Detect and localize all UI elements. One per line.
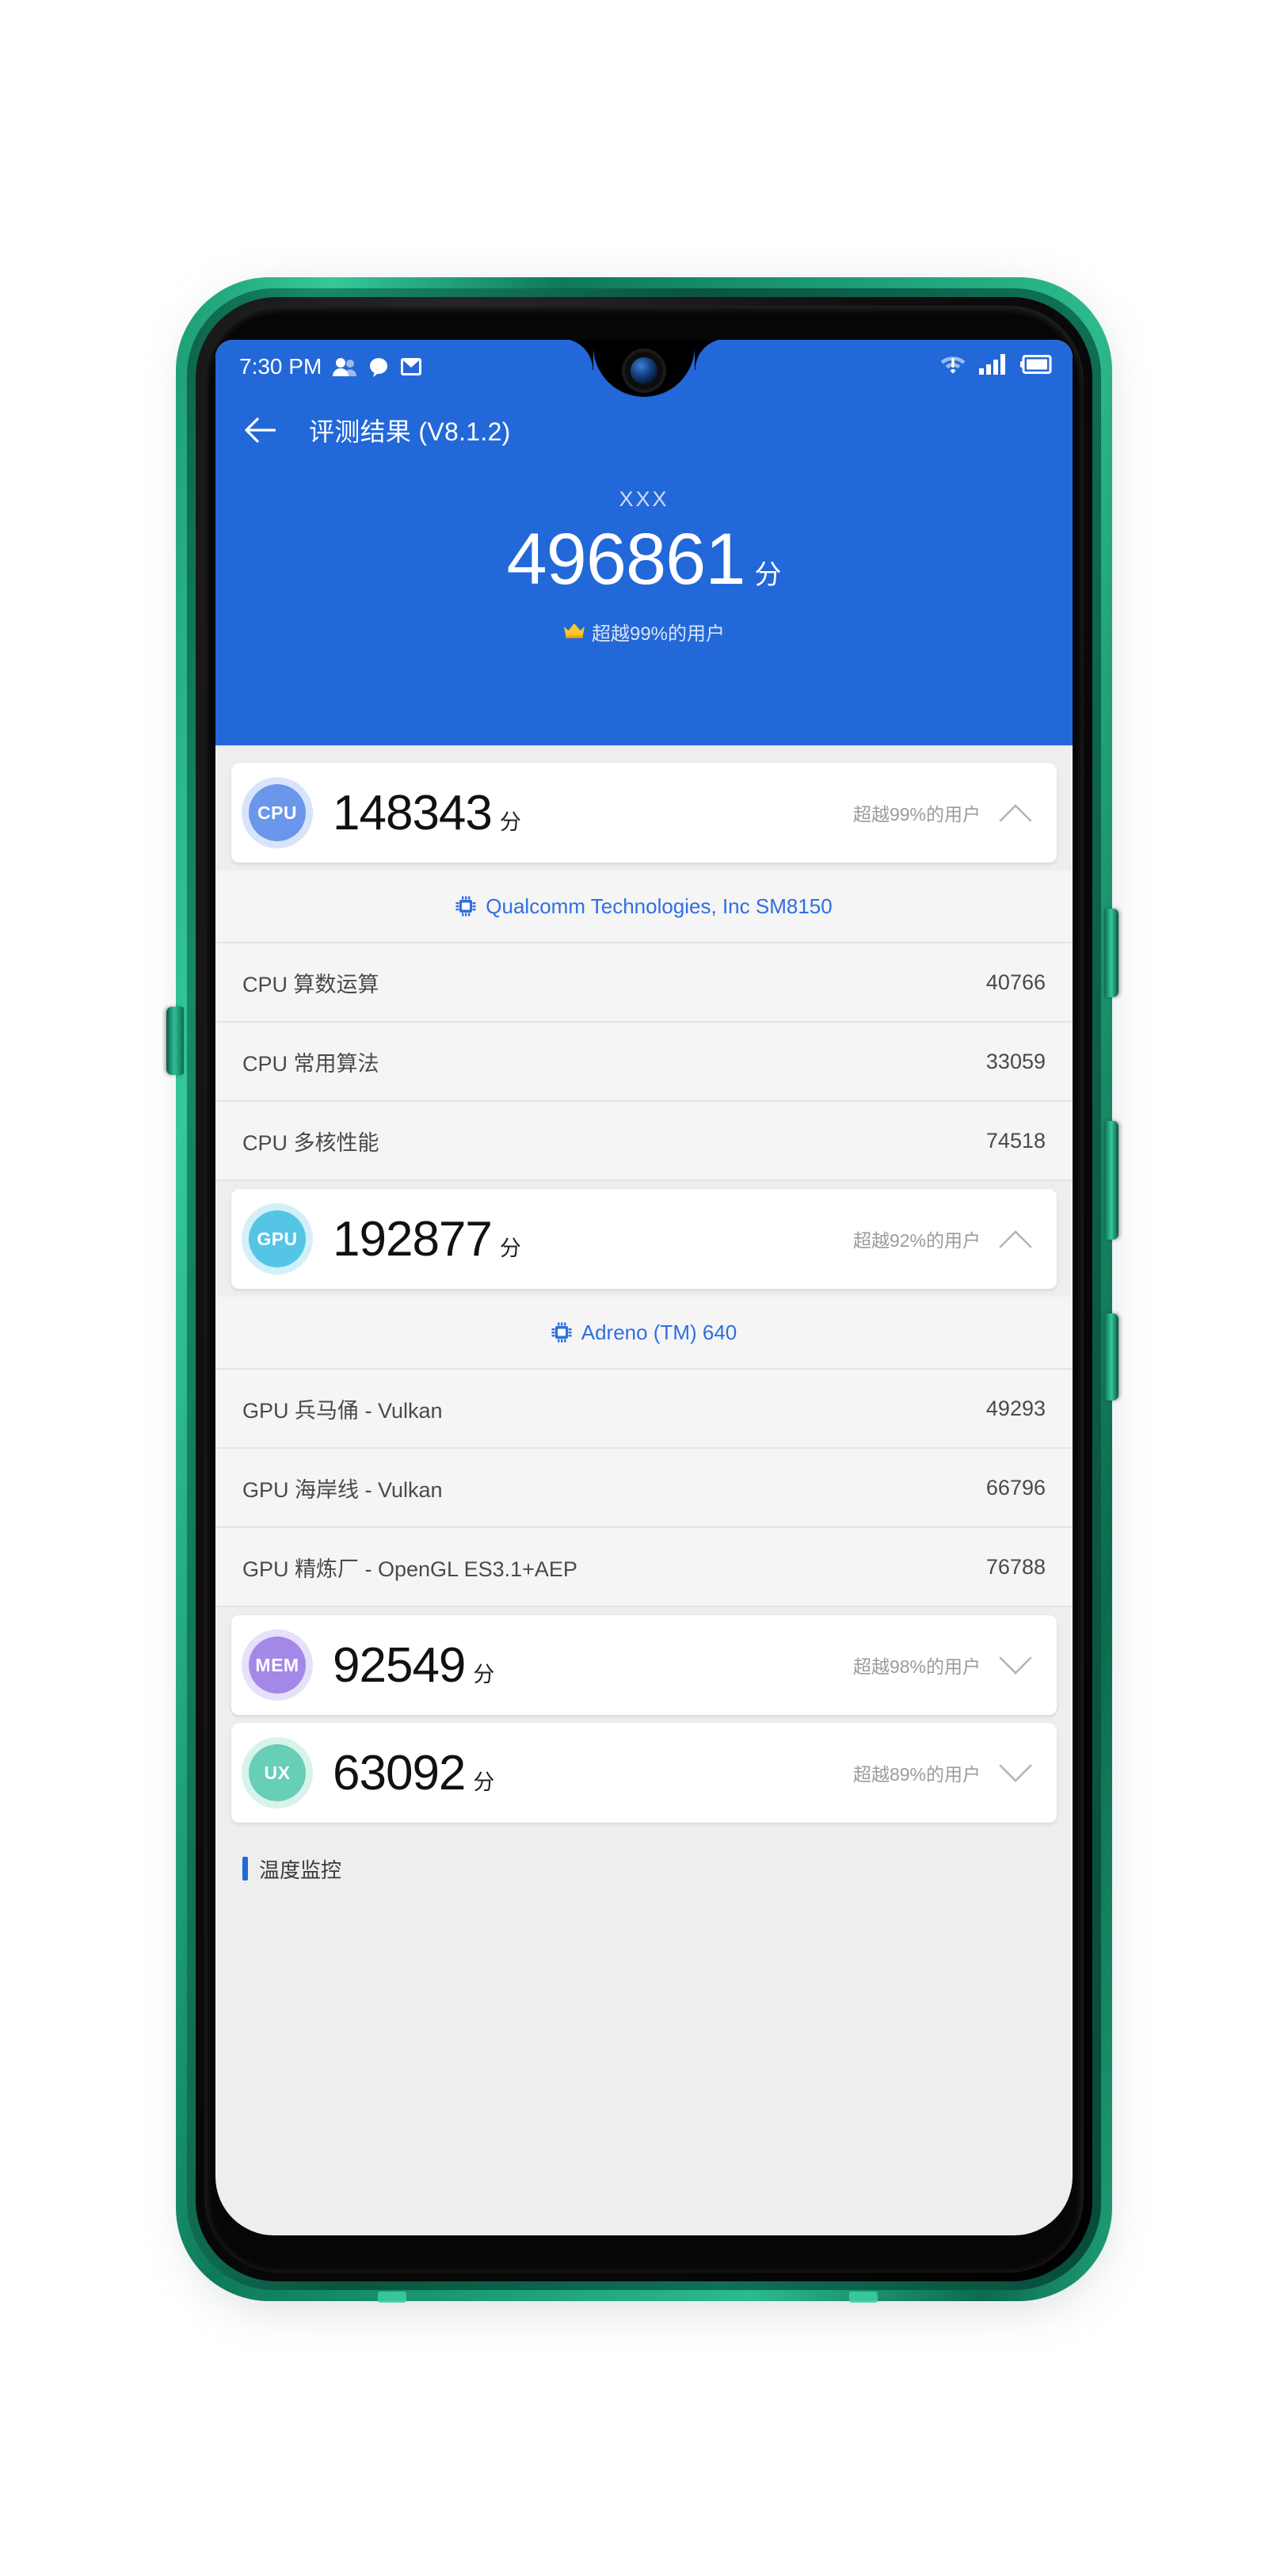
mem-score-value: 92549	[333, 1637, 466, 1693]
gpu-score-value: 192877	[333, 1211, 493, 1267]
ux-badge-label: UX	[264, 1762, 291, 1783]
back-arrow-icon[interactable]	[239, 410, 280, 451]
people-icon	[333, 356, 357, 377]
status-bar-left: 7:30 PM	[239, 354, 422, 379]
ux-score-value: 63092	[333, 1745, 466, 1801]
mem-score-unit: 分	[473, 1662, 495, 1686]
gpu-rank-text: 超越92%的用户	[852, 1230, 981, 1251]
cpu-chip-row[interactable]: Qualcomm Technologies, Inc SM8150	[215, 871, 1073, 943]
temperature-monitor-section[interactable]: 温度监控	[215, 1831, 1073, 1907]
chevron-down-icon[interactable]	[995, 1655, 1036, 1675]
hero-score-panel: XXX 496861 分 超越99%的用户	[215, 467, 1073, 646]
app-bar: 评测结果 (V8.1.2)	[215, 394, 1073, 467]
gpu-chip-name: Adreno (TM) 640	[581, 1320, 737, 1344]
screenshot-root: 7:30 PM 评测结果 (V8.1.2) XXX 496861 分 超越99%…	[0, 0, 1288, 2576]
assistant-button[interactable]	[1104, 1313, 1118, 1400]
sub-item-label: CPU 多核性能	[242, 1130, 379, 1155]
status-bar-right	[939, 353, 1052, 380]
cpu-score: 148343 分	[333, 785, 521, 841]
battery-icon	[1020, 354, 1052, 379]
table-row: CPU 多核性能 74518	[215, 1102, 1073, 1181]
volume-up-button[interactable]	[1104, 909, 1118, 997]
wifi-alert-icon	[939, 353, 966, 380]
sub-item-label: GPU 海岸线 - Vulkan	[242, 1477, 443, 1502]
bottom-antenna-band-right	[849, 2292, 878, 2303]
ux-score: 63092 分	[333, 1745, 494, 1801]
section-card-cpu[interactable]: CPU 148343 分 超越99%的用户	[231, 763, 1057, 863]
status-bar-clock: 7:30 PM	[239, 354, 322, 379]
chat-icon	[368, 356, 390, 377]
gpu-badge-icon: GPU	[249, 1210, 306, 1267]
chevron-down-icon[interactable]	[995, 1762, 1036, 1783]
volume-down-button[interactable]	[1104, 1121, 1118, 1240]
sub-item-value: 66796	[985, 1475, 1046, 1499]
sub-item-value: 74518	[985, 1128, 1046, 1153]
total-rank-row: 超越99%的用户	[215, 618, 1073, 646]
gpu-chip-row[interactable]: Adreno (TM) 640	[215, 1297, 1073, 1370]
sub-item-value: 49293	[985, 1396, 1046, 1420]
total-score-row: 496861 分	[215, 523, 1073, 596]
table-row: CPU 算数运算 40766	[215, 943, 1073, 1023]
signal-icon	[979, 353, 1008, 380]
front-camera-icon	[631, 357, 657, 384]
mem-score: 92549 分	[333, 1637, 494, 1694]
sub-item-value: 76788	[985, 1554, 1046, 1579]
chevron-up-icon[interactable]	[995, 802, 1036, 823]
power-button[interactable]	[166, 1007, 184, 1075]
total-score-value: 496861	[506, 519, 746, 600]
sub-item-value: 33059	[985, 1049, 1046, 1073]
section-accent-bar	[242, 1857, 248, 1881]
sub-item-label: GPU 精炼厂 - OpenGL ES3.1+AEP	[242, 1557, 577, 1581]
mem-badge-label: MEM	[255, 1654, 299, 1675]
phone-screen: 7:30 PM 评测结果 (V8.1.2) XXX 496861 分 超越99%…	[215, 340, 1073, 2235]
mem-badge-icon: MEM	[249, 1637, 306, 1694]
table-row: GPU 海岸线 - Vulkan 66796	[215, 1449, 1073, 1528]
sub-item-label: GPU 兵马俑 - Vulkan	[242, 1398, 443, 1423]
sub-item-value: 40766	[985, 970, 1046, 994]
page-title: 评测结果 (V8.1.2)	[309, 417, 511, 446]
mem-rank-text: 超越98%的用户	[852, 1656, 981, 1677]
gpu-detail-group: Adreno (TM) 640 GPU 兵马俑 - Vulkan 49293 G…	[215, 1297, 1073, 1607]
gpu-score: 192877 分	[333, 1211, 521, 1267]
cpu-chip-name: Qualcomm Technologies, Inc SM8150	[486, 894, 833, 918]
gpu-score-unit: 分	[499, 1236, 521, 1260]
cpu-badge-label: CPU	[257, 802, 298, 823]
mail-icon	[401, 357, 422, 376]
sub-item-label: CPU 常用算法	[242, 1051, 379, 1076]
total-rank-text: 超越99%的用户	[591, 623, 726, 645]
crown-icon	[563, 622, 585, 642]
section-card-gpu[interactable]: GPU 192877 分 超越92%的用户	[231, 1189, 1057, 1289]
cpu-rank-text: 超越99%的用户	[852, 804, 981, 825]
app-header: 7:30 PM 评测结果 (V8.1.2) XXX 496861 分 超越99%…	[215, 340, 1073, 745]
gpu-badge-label: GPU	[257, 1228, 298, 1249]
chevron-up-icon[interactable]	[995, 1229, 1036, 1249]
cpu-score-value: 148343	[333, 785, 493, 840]
cpu-chip-icon	[455, 896, 476, 916]
cpu-badge-icon: CPU	[249, 784, 306, 841]
cpu-detail-group: Qualcomm Technologies, Inc SM8150 CPU 算数…	[215, 871, 1073, 1181]
section-card-mem[interactable]: MEM 92549 分 超越98%的用户	[231, 1615, 1057, 1715]
table-row: GPU 兵马俑 - Vulkan 49293	[215, 1370, 1073, 1449]
section-card-ux[interactable]: UX 63092 分 超越89%的用户	[231, 1723, 1057, 1823]
bottom-antenna-band-left	[378, 2292, 406, 2303]
ux-badge-icon: UX	[249, 1744, 306, 1801]
device-name: XXX	[619, 487, 669, 511]
temperature-monitor-label: 温度监控	[259, 1858, 342, 1882]
ux-rank-text: 超越89%的用户	[852, 1764, 981, 1785]
ux-score-unit: 分	[473, 1770, 495, 1794]
table-row: CPU 常用算法 33059	[215, 1023, 1073, 1102]
gpu-chip-icon	[551, 1322, 572, 1343]
sub-item-label: CPU 算数运算	[242, 972, 379, 996]
total-score-unit: 分	[754, 560, 782, 590]
table-row: GPU 精炼厂 - OpenGL ES3.1+AEP 76788	[215, 1528, 1073, 1607]
cpu-score-unit: 分	[499, 810, 521, 834]
results-list: CPU 148343 分 超越99%的用户 Qualcomm Technolog…	[215, 745, 1073, 1907]
